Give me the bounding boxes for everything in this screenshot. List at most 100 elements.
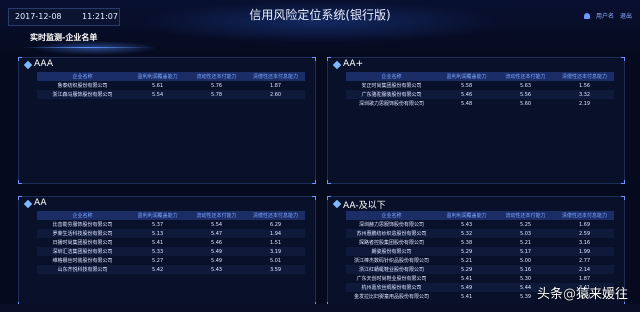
company-table: 企业名称 盈利利润覆盖能力 流动性还本付能力 清偿性还本付息能力 比音勒芬服饰股份有限公… <box>37 211 305 274</box>
logout-link[interactable]: 退出 <box>620 13 632 20</box>
table-row[interactable]: 鲁泰纺织股份有限公司 5.61 5.76 1.87 <box>37 81 305 90</box>
score-cell: 5.33 <box>128 247 188 256</box>
company-name-cell[interactable]: 深圳汇洁集团股份有限公司 <box>37 247 129 256</box>
company-name-cell[interactable]: 金发拉比妇婴童用品股份有限公司 <box>346 292 437 301</box>
table-row[interactable]: 深圳汇洁集团股份有限公司 5.33 5.49 3.19 <box>37 247 305 256</box>
column-header[interactable]: 流动性还本付能力 <box>496 211 556 220</box>
score-cell: 5.78 <box>187 90 247 99</box>
score-cell: 5.58 <box>461 82 473 89</box>
table-row[interactable]: 安正时尚集团股份有限公司 5.58 5.63 1.56 <box>346 81 614 90</box>
company-name-cell[interactable]: 朗姿股份有限公司 <box>346 247 438 256</box>
score-cell: 5.21 <box>461 257 473 264</box>
column-header[interactable]: 盈利利润覆盖能力 <box>128 72 188 81</box>
score-cell: 6.29 <box>269 221 282 228</box>
table-row[interactable]: 山东齐悦科技有限公司 5.42 5.43 3.59 <box>37 265 305 274</box>
company-name-cell[interactable]: 比音勒芬服饰股份有限公司 <box>37 220 128 229</box>
table-row[interactable]: 深圳赫力思服饰股份有限公司 5.43 5.25 1.69 <box>346 220 614 229</box>
current-date: 2017-12-08 <box>15 12 62 21</box>
company-name-cell[interactable]: 安正时尚集团股份有限公司 <box>346 81 437 90</box>
table-header-row: 企业名称 盈利利润覆盖能力 流动性还本付能力 清偿性还本付息能力 <box>37 211 305 220</box>
company-name-cell[interactable]: 探路者控股集团股份有限公司 <box>346 238 437 247</box>
score-cell: 5.63 <box>519 82 532 89</box>
panel-title: AA <box>34 198 47 208</box>
table-row[interactable]: 日播时尚集团股份有限公司 5.41 5.46 1.51 <box>37 238 305 247</box>
score-cell: 5.25 <box>519 221 532 228</box>
table-row[interactable]: 浙江棒杰数码针织品股份有限公司 5.21 5.00 2.77 <box>346 256 614 265</box>
score-cell: 5.21 <box>519 239 532 246</box>
column-header[interactable]: 清偿性还本付息能力 <box>246 211 305 220</box>
table-header-row: 企业名称 盈利利润覆盖能力 流动性还本付能力 清偿性还本付息能力 <box>37 72 305 81</box>
score-cell: 5.27 <box>152 257 164 264</box>
company-name-cell[interactable]: 维格娜丝时装股份有限公司 <box>37 256 128 265</box>
panel-corner <box>18 180 22 184</box>
panel-header: AAA <box>19 58 315 72</box>
score-cell: 5.46 <box>210 239 223 246</box>
score-cell: 5.42 <box>128 265 188 274</box>
company-table: 企业名称 盈利利润覆盖能力 流动性还本付能力 清偿性还本付息能力 鲁泰纺织股份有限公司 5… <box>37 72 305 99</box>
column-header[interactable]: 企业名称 <box>346 211 438 220</box>
diamond-icon <box>332 60 342 70</box>
user-icon <box>584 13 591 19</box>
table-header-row: 企业名称 盈利利润覆盖能力 流动性还本付能力 清偿性还本付息能力 <box>346 211 614 220</box>
table-row[interactable]: 探路者控股集团股份有限公司 5.38 5.21 3.16 <box>346 238 614 247</box>
score-cell: 5.16 <box>496 265 556 274</box>
column-header[interactable]: 企业名称 <box>37 211 129 220</box>
company-name-cell[interactable]: 罗莱生活科技股份有限公司 <box>37 229 129 238</box>
score-cell: 5.29 <box>437 247 497 256</box>
score-cell: 5.49 <box>187 247 247 256</box>
score-cell: 5.41 <box>461 293 473 300</box>
table-row[interactable]: 罗莱生活科技股份有限公司 5.13 5.47 1.94 <box>37 229 305 238</box>
company-name-cell[interactable]: 广东骆驼服装股份有限公司 <box>346 90 438 99</box>
table-row[interactable]: 浙江红蜻蜓鞋业股份有限公司 5.29 5.16 2.14 <box>346 265 614 274</box>
company-name-cell[interactable]: 浙江红蜻蜓鞋业股份有限公司 <box>346 265 438 274</box>
app-title: 信用风险定位系统(银行版) <box>249 8 391 22</box>
company-name-cell[interactable]: 杭州嘉欣丝绸股份有限公司 <box>346 283 438 292</box>
score-cell: 3.32 <box>555 90 614 99</box>
username-link[interactable]: 用户名 <box>596 13 614 20</box>
company-name-cell[interactable]: 鲁泰纺织股份有限公司 <box>37 81 128 90</box>
score-cell: 1.69 <box>578 221 591 228</box>
panel-corner <box>327 180 331 184</box>
column-header[interactable]: 盈利利润覆盖能力 <box>437 72 497 81</box>
table-row[interactable]: 比音勒芬服饰股份有限公司 5.37 5.54 6.29 <box>37 220 305 229</box>
column-header[interactable]: 流动性还本付能力 <box>187 211 247 220</box>
column-header[interactable]: 盈利利润覆盖能力 <box>437 211 497 220</box>
company-name-cell[interactable]: 浙江棒杰数码针织品股份有限公司 <box>346 256 437 265</box>
column-header[interactable]: 清偿性还本付息能力 <box>555 211 614 220</box>
panel-header: AA <box>19 197 315 211</box>
panel-aaa: AAA 企业名称 盈利利润覆盖能力 流动性还本付能力 清偿性还本付息能力 鲁泰纺织股份有限… <box>18 57 316 184</box>
column-header[interactable]: 清偿性还本付息能力 <box>555 72 614 81</box>
score-cell: 5.03 <box>496 229 556 238</box>
diamond-icon <box>23 60 33 70</box>
column-header[interactable]: 企业名称 <box>346 72 438 81</box>
score-cell: 5.61 <box>152 82 164 89</box>
table-row[interactable]: 维格娜丝时装股份有限公司 5.27 5.49 5.01 <box>37 256 305 265</box>
table-row[interactable]: 浙江森马服饰股份有限公司 5.54 5.78 2.60 <box>37 90 305 99</box>
company-name-cell[interactable]: 深圳赫力思服饰股份有限公司 <box>346 220 437 229</box>
panel-title: AA-及以下 <box>343 201 386 211</box>
company-name-cell[interactable]: 苏州惠鹏纺纱织造股份有限公司 <box>346 229 438 238</box>
score-cell: 1.87 <box>269 82 282 89</box>
watermark-author: 猿来媛往 <box>575 287 628 302</box>
score-cell: 5.32 <box>437 229 497 238</box>
watermark: 头条@猿来媛往 <box>537 283 628 302</box>
current-time: 11:21:07 <box>82 12 118 21</box>
column-header[interactable]: 流动性还本付能力 <box>496 72 556 81</box>
score-cell: 5.13 <box>128 229 188 238</box>
column-header[interactable]: 企业名称 <box>37 72 129 81</box>
table-row[interactable]: 朗姿股份有限公司 5.29 5.17 1.99 <box>346 247 614 256</box>
table-row[interactable]: 深圳歌力思服饰股份有限公司 5.48 5.60 2.19 <box>346 99 614 108</box>
column-header[interactable]: 清偿性还本付息能力 <box>246 72 305 81</box>
company-name-cell[interactable]: 浙江森马服饰股份有限公司 <box>37 90 129 99</box>
horizontal-scrollbar[interactable] <box>0 304 640 312</box>
company-name-cell[interactable]: 日播时尚集团股份有限公司 <box>37 238 128 247</box>
company-name-cell[interactable]: 广东天创时尚鞋业股份有限公司 <box>346 274 437 283</box>
table-row[interactable]: 广东天创时尚鞋业股份有限公司 5.41 5.30 1.87 <box>346 274 614 283</box>
column-header[interactable]: 盈利利润覆盖能力 <box>128 211 188 220</box>
table-row[interactable]: 苏州惠鹏纺纱织造股份有限公司 5.32 5.03 2.59 <box>346 229 614 238</box>
company-name-cell[interactable]: 深圳歌力思服饰股份有限公司 <box>346 99 437 108</box>
column-header[interactable]: 流动性还本付能力 <box>187 72 247 81</box>
table-header-row: 企业名称 盈利利润覆盖能力 流动性还本付能力 清偿性还本付息能力 <box>346 72 614 81</box>
table-row[interactable]: 广东骆驼服装股份有限公司 5.46 5.56 3.32 <box>346 90 614 99</box>
company-name-cell[interactable]: 山东齐悦科技有限公司 <box>37 265 129 274</box>
